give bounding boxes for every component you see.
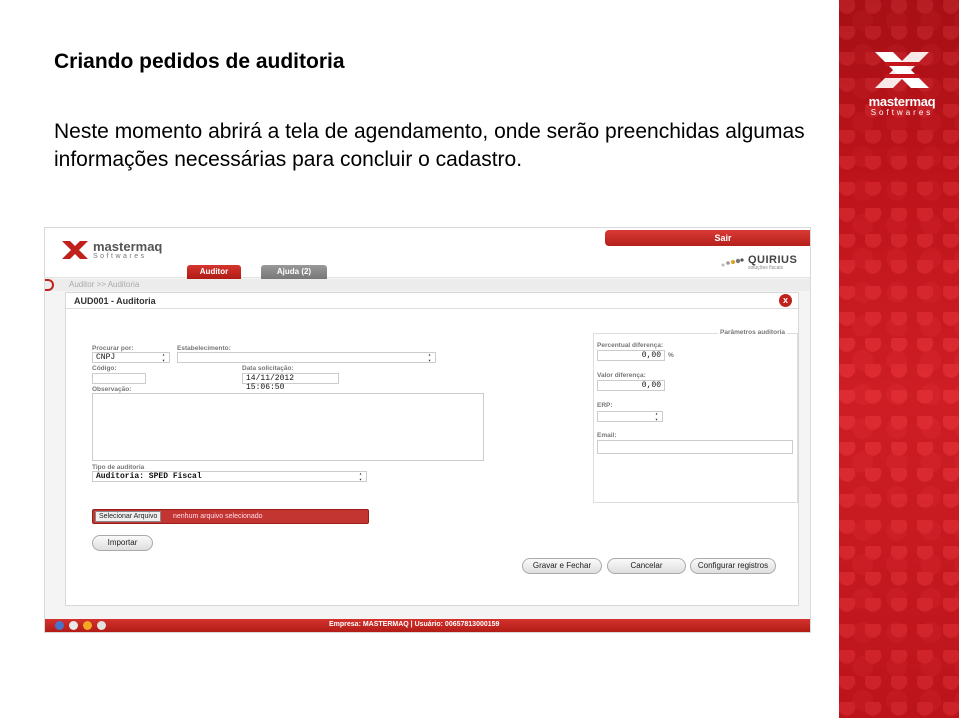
file-upload-bar: Selecionar Arquivo nenhum arquivo seleci… xyxy=(92,509,369,524)
observacao-label: Observação: xyxy=(92,386,132,393)
footer-icons xyxy=(55,621,106,630)
importar-button[interactable]: Importar xyxy=(92,535,153,551)
browser-icon[interactable] xyxy=(55,621,64,630)
app-logo-name: mastermaq xyxy=(93,238,163,254)
estabelecimento-label: Estabelecimento: xyxy=(177,345,231,352)
tab-ajuda[interactable]: Ajuda (2) xyxy=(261,265,327,279)
email-input[interactable] xyxy=(597,440,793,454)
codigo-input[interactable] xyxy=(92,373,146,384)
data-solicitacao-input[interactable]: 14/11/2012 15:06:50 xyxy=(242,373,339,392)
app-logo: mastermaq Softwares xyxy=(61,240,162,260)
file-status: nenhum arquivo selecionado xyxy=(173,513,263,520)
selecionar-arquivo-button[interactable]: Selecionar Arquivo xyxy=(95,511,162,522)
app-header: mastermaq Softwares Sair QUIRIUS soluçõe… xyxy=(45,228,810,279)
back-icon[interactable] xyxy=(45,279,54,291)
email-label: Email: xyxy=(597,432,617,439)
valor-label: Valor diferença: xyxy=(597,372,646,379)
firefox-icon[interactable] xyxy=(83,621,92,630)
auditoria-form-panel: AUD001 - Auditoria x Procurar por: CNPJ … xyxy=(65,292,799,606)
configurar-registros-button[interactable]: Configurar registros xyxy=(690,558,776,574)
sair-button[interactable]: Sair xyxy=(605,230,810,246)
panel-header: AUD001 - Auditoria x xyxy=(66,293,798,309)
tipo-auditoria-select[interactable]: Auditoria: SPED Fiscal xyxy=(92,471,367,483)
tipo-auditoria-label: Tipo de auditoria xyxy=(92,464,145,471)
data-solicitacao-label: Data solicitação: xyxy=(242,365,294,372)
app-logo-sub: Softwares xyxy=(93,252,147,260)
percentual-input[interactable]: 0,00 xyxy=(597,350,665,361)
logo-name: mastermaq xyxy=(868,94,936,109)
mastermaq-x-icon xyxy=(871,48,933,92)
observacao-textarea[interactable] xyxy=(92,393,484,461)
cancelar-button[interactable]: Cancelar xyxy=(607,558,686,574)
gravar-fechar-button[interactable]: Gravar e Fechar xyxy=(522,558,602,574)
footer-company-user: Empresa: MASTERMAQ | Usuário: 0065781300… xyxy=(329,621,500,628)
estabelecimento-select[interactable] xyxy=(177,352,436,364)
quirius-icon xyxy=(721,258,744,267)
app-window: mastermaq Softwares Sair QUIRIUS soluçõe… xyxy=(44,227,811,633)
slide-description: Neste momento abrirá a tela de agendamen… xyxy=(44,110,824,182)
codigo-label: Código: xyxy=(92,365,117,372)
logo-subtitle: Softwares xyxy=(870,108,934,117)
procurar-label: Procurar por: xyxy=(92,345,134,352)
quirius-logo: QUIRIUS soluções fiscais xyxy=(720,255,797,271)
parametros-panel: Parâmetros auditoria Percentual diferenç… xyxy=(593,329,798,503)
panel-title: AUD001 - Auditoria xyxy=(74,296,156,306)
parametros-title: Parâmetros auditoria xyxy=(718,329,788,336)
breadcrumb-bar: Auditor >> Auditoria xyxy=(45,279,810,291)
breadcrumb: Auditor >> Auditoria xyxy=(69,280,140,289)
tab-auditor[interactable]: Auditor xyxy=(187,265,241,279)
valor-input[interactable]: 0,00 xyxy=(597,380,665,391)
percentual-label: Percentual diferença: xyxy=(597,342,664,349)
slide-title: Criando pedidos de auditoria xyxy=(54,50,345,73)
decorative-red-panel: mastermaq Softwares xyxy=(839,0,959,718)
erp-label: ERP: xyxy=(597,402,613,409)
settings-icon[interactable] xyxy=(97,621,106,630)
erp-select[interactable] xyxy=(597,411,663,423)
home-icon[interactable] xyxy=(69,621,78,630)
procurar-select[interactable]: CNPJ xyxy=(92,352,170,364)
mastermaq-logo: mastermaq Softwares xyxy=(857,48,947,117)
percent-unit: % xyxy=(668,352,674,359)
close-button[interactable]: x xyxy=(779,294,792,307)
status-footer: Empresa: MASTERMAQ | Usuário: 0065781300… xyxy=(45,619,810,632)
quirius-name: QUIRIUS xyxy=(748,254,798,266)
mastermaq-x-icon xyxy=(62,241,88,259)
